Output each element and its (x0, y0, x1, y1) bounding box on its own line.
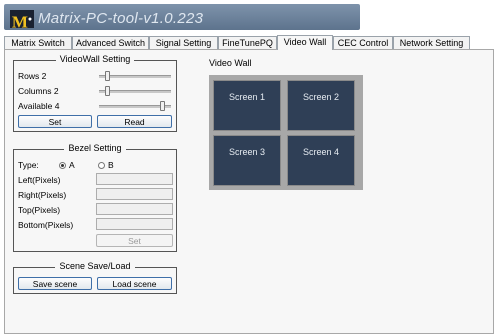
bezel-bottom-field[interactable] (96, 218, 173, 230)
columns-slider[interactable] (99, 86, 171, 96)
bezel-left-label: Left(Pixels) (18, 175, 61, 185)
bezel-setting-group: Bezel Setting Type: A B Left(Pixels) Rig… (13, 143, 177, 252)
video-wall-grid: Screen 1 Screen 2 Screen 3 Screen 4 (209, 75, 363, 190)
tab-bar: Matrix Switch Advanced Switch Signal Set… (4, 35, 494, 50)
bezel-top-field[interactable] (96, 203, 173, 215)
available-slider-thumb[interactable] (160, 101, 165, 111)
videowall-read-button[interactable]: Read (97, 115, 172, 128)
tab-video-wall[interactable]: Video Wall (277, 35, 333, 50)
tab-matrix-switch[interactable]: Matrix Switch (4, 36, 72, 49)
available-label: Available 4 (18, 101, 60, 111)
scene-group: Scene Save/Load Save scene Load scene (13, 261, 177, 294)
bezel-type-b-label: B (108, 160, 114, 170)
rows-slider[interactable] (99, 71, 171, 81)
bezel-bottom-label: Bottom(Pixels) (18, 220, 74, 230)
rows-label: Rows 2 (18, 71, 47, 81)
videowall-setting-title: VideoWall Setting (55, 54, 135, 64)
tab-finetunepq[interactable]: FineTunePQ (218, 36, 277, 49)
bezel-type-a-label: A (69, 160, 75, 170)
tab-network-setting[interactable]: Network Setting (393, 36, 470, 49)
logo-mark-icon: ● (27, 15, 33, 23)
bezel-right-field[interactable] (96, 188, 173, 200)
screen-tile[interactable]: Screen 3 (213, 135, 281, 186)
load-scene-button[interactable]: Load scene (97, 277, 172, 290)
app-logo: M● (10, 10, 34, 31)
videowall-set-button[interactable]: Set (18, 115, 92, 128)
bezel-type-a-radio[interactable] (59, 162, 66, 169)
screen-tile[interactable]: Screen 4 (287, 135, 355, 186)
save-scene-button[interactable]: Save scene (18, 277, 92, 290)
bezel-left-field[interactable] (96, 173, 173, 185)
columns-label: Columns 2 (18, 86, 59, 96)
tab-cec-control[interactable]: CEC Control (333, 36, 393, 49)
video-wall-title: Video Wall (209, 58, 252, 68)
bezel-type-b-radio[interactable] (98, 162, 105, 169)
window-title: Matrix-PC-tool-v1.0.223 (38, 10, 204, 27)
columns-slider-thumb[interactable] (105, 86, 110, 96)
tab-signal-setting[interactable]: Signal Setting (149, 36, 218, 49)
tab-advanced-switch[interactable]: Advanced Switch (72, 36, 149, 49)
bezel-type-label: Type: (18, 160, 39, 170)
bezel-right-label: Right(Pixels) (18, 190, 67, 200)
rows-slider-thumb[interactable] (105, 71, 110, 81)
screen-tile[interactable]: Screen 1 (213, 80, 281, 131)
bezel-top-label: Top(Pixels) (18, 205, 61, 215)
bezel-set-button[interactable]: Set (96, 234, 173, 247)
title-bar: M● Matrix-PC-tool-v1.0.223 (0, 0, 497, 33)
video-wall-panel: VideoWall Setting Rows 2 Columns 2 Avail… (4, 49, 494, 334)
videowall-setting-group: VideoWall Setting Rows 2 Columns 2 Avail… (13, 54, 177, 132)
available-slider[interactable] (99, 101, 171, 111)
screen-tile[interactable]: Screen 2 (287, 80, 355, 131)
bezel-setting-title: Bezel Setting (64, 143, 126, 153)
scene-title: Scene Save/Load (55, 261, 135, 271)
